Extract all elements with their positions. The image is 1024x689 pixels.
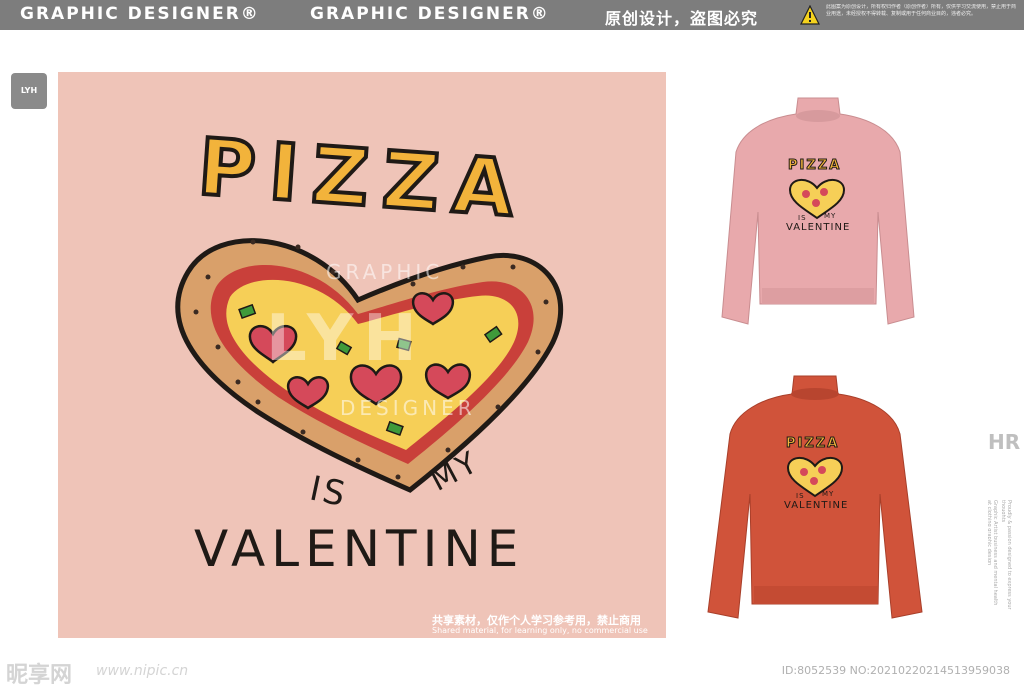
share-notice-en: Shared material, for learning only, no c…: [432, 626, 648, 635]
image-id-label: ID:8052539 NO:20210220214513959038: [781, 664, 1010, 677]
pink-mockup-valentine: VALENTINE: [786, 222, 851, 233]
orange-mockup-my: MY: [822, 490, 835, 498]
orange-mockup-is: IS: [796, 492, 805, 500]
valentine-word: VALENTINE: [194, 520, 525, 578]
copyright-notice: 原创设计，盗图必究: [605, 9, 759, 28]
side-text-a: Graphic Artist business and mental healt…: [988, 500, 998, 606]
watermark-designer: DESIGNER: [340, 396, 476, 420]
notice-text: 此图案为原创设计，所有权归作者（原创作者）所有，仅供学习交流使用，禁止用于商业用…: [826, 4, 1016, 17]
top-banner: GRAPHIC DESIGNER® GRAPHIC DESIGNER® 原创设计…: [0, 0, 1024, 30]
orange-mockup-heart: [786, 457, 844, 498]
orange-mockup-valentine: VALENTINE: [784, 500, 849, 511]
pink-mockup-is: IS: [798, 214, 807, 222]
pink-sweater-mockup: PIZZA IS MY VALENTINE: [718, 92, 918, 342]
watermark-logo: LYH: [266, 302, 427, 376]
brand-label-left: GRAPHIC DESIGNER®: [20, 4, 260, 24]
pink-mockup-my: MY: [824, 212, 837, 220]
pink-mockup-title: PIZZA: [787, 158, 842, 174]
hr-logo: HR: [988, 430, 1021, 454]
brand-label-mid: GRAPHIC DESIGNER®: [310, 4, 550, 24]
pink-mockup-heart: [788, 179, 846, 220]
site-logo: 昵享网: [6, 663, 73, 688]
side-text-b: Proudly & passion designed to express yo…: [1002, 500, 1012, 610]
brand-logo-badge: LYH: [11, 73, 47, 109]
site-url[interactable]: www.nipic.cn: [96, 663, 188, 679]
watermark-graphic: GRAPHIC: [326, 260, 444, 284]
orange-mockup-title: PIZZA: [785, 436, 840, 452]
artwork-panel: PIZZA IS MY VALENTINE GRAPHIC LYH DESIGN…: [58, 72, 666, 638]
warning-icon: [800, 5, 820, 25]
orange-sweater-mockup: PIZZA IS MY VALENTINE: [704, 372, 926, 622]
